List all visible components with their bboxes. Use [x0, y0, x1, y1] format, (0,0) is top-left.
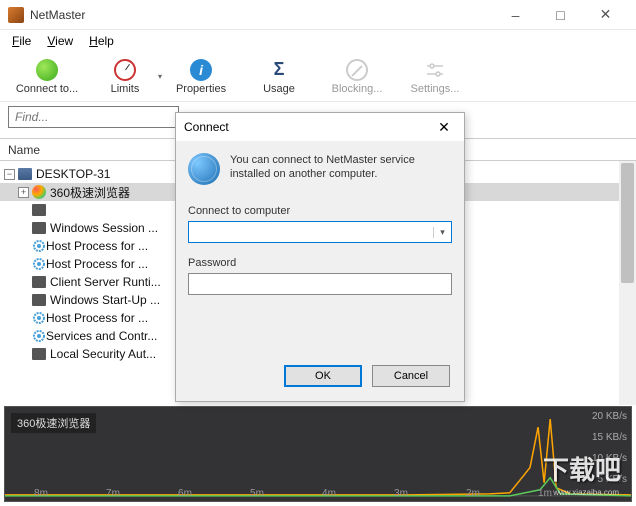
app-logo-icon	[8, 7, 24, 23]
computer-combobox[interactable]: ▾	[188, 221, 452, 243]
connect-icon	[36, 59, 58, 81]
graph-x-axis: 8m7m6m5m4m3m2m1m	[5, 488, 581, 499]
password-input[interactable]	[188, 273, 452, 295]
blocking-button[interactable]: Blocking...	[318, 59, 396, 95]
app-icon	[32, 348, 46, 360]
settings-button[interactable]: Settings...	[396, 59, 474, 95]
graph-series-label: 360极速浏览器	[11, 413, 96, 433]
info-icon: i	[190, 59, 212, 81]
close-button[interactable]: ✕	[583, 0, 628, 30]
collapse-icon[interactable]: −	[4, 169, 15, 180]
connect-button[interactable]: Connect to...	[8, 59, 86, 95]
dialog-close-button[interactable]: ✕	[432, 115, 456, 139]
expand-icon[interactable]: +	[18, 187, 29, 198]
watermark-url: www.xiazaiba.com	[553, 488, 619, 497]
limits-icon	[114, 59, 136, 81]
properties-button[interactable]: i Properties	[162, 59, 240, 95]
cancel-button[interactable]: Cancel	[372, 365, 450, 387]
gear-icon	[32, 311, 46, 325]
dialog-title-bar[interactable]: Connect ✕	[176, 113, 464, 141]
app-icon	[32, 294, 46, 306]
sigma-icon: Σ	[268, 59, 290, 81]
menu-bar: File View Help	[0, 30, 636, 52]
menu-file[interactable]: File	[4, 32, 39, 50]
traffic-graph: 360极速浏览器 8m7m6m5m4m3m2m1m 20 KB/s15 KB/s…	[4, 406, 632, 502]
password-label: Password	[188, 257, 452, 269]
graph-y-axis: 20 KB/s15 KB/s10 KB/s5 KB/s	[592, 411, 627, 485]
gear-icon	[32, 257, 46, 271]
connect-dialog: Connect ✕ You can connect to NetMaster s…	[175, 112, 465, 402]
tree-scrollbar[interactable]	[619, 161, 636, 405]
app-icon	[32, 222, 46, 234]
app-icon	[32, 276, 46, 288]
sliders-icon	[424, 59, 446, 81]
gear-icon	[32, 329, 46, 343]
menu-help[interactable]: Help	[81, 32, 122, 50]
minimize-button[interactable]: –	[493, 0, 538, 30]
title-bar: NetMaster – □ ✕	[0, 0, 636, 30]
window-title: NetMaster	[30, 8, 493, 22]
computer-input[interactable]	[189, 226, 433, 238]
globe-icon	[188, 153, 220, 185]
toolbar: Connect to... Limits ▾ i Properties Σ Us…	[0, 52, 636, 102]
limits-button[interactable]: Limits	[86, 59, 164, 95]
dialog-info-text: You can connect to NetMaster service ins…	[230, 153, 452, 185]
dialog-title: Connect	[184, 120, 432, 134]
browser-icon	[32, 185, 46, 199]
scrollbar-thumb[interactable]	[621, 163, 634, 283]
menu-view[interactable]: View	[39, 32, 81, 50]
maximize-button[interactable]: □	[538, 0, 583, 30]
computer-icon	[18, 168, 32, 180]
ok-button[interactable]: OK	[284, 365, 362, 387]
blocking-icon	[346, 59, 368, 81]
chevron-down-icon[interactable]: ▾	[433, 227, 451, 238]
app-icon	[32, 204, 46, 216]
find-input[interactable]	[8, 106, 179, 128]
gear-icon	[32, 239, 46, 253]
computer-label: Connect to computer	[188, 205, 452, 217]
usage-button[interactable]: Σ Usage	[240, 59, 318, 95]
